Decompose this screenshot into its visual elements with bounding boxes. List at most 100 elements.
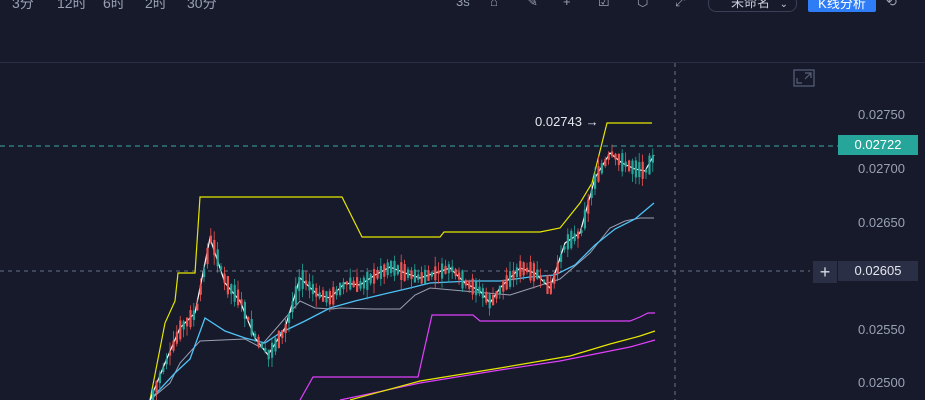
candle-body — [257, 336, 260, 346]
price-axis-label: 0.02750 — [858, 107, 905, 122]
candle-body — [179, 320, 182, 340]
candle-body — [281, 330, 284, 338]
candle-body — [162, 367, 165, 373]
candle-body — [264, 347, 267, 353]
candle-body — [155, 381, 158, 393]
candle-body — [288, 313, 291, 323]
expand-icon[interactable] — [793, 69, 815, 87]
candle-body — [424, 269, 427, 284]
crosshair-price-tag: 0.02605 — [838, 261, 918, 281]
interval-selector[interactable]: 3s — [456, 0, 470, 9]
candle-body — [410, 270, 413, 280]
candle-body — [199, 285, 202, 295]
candle-body — [206, 247, 209, 265]
candle-body — [600, 163, 603, 174]
candle-body — [624, 161, 627, 167]
candle-body — [240, 299, 243, 305]
candle-body — [376, 269, 379, 279]
checklist-icon[interactable]: ☑ — [598, 0, 610, 10]
candle-body — [172, 340, 175, 351]
candle-body — [505, 275, 508, 290]
price-axis-label: 0.02700 — [858, 161, 905, 176]
candle-body — [454, 269, 457, 277]
draw-pen-icon[interactable]: ✎ — [527, 0, 538, 10]
candle-body — [274, 338, 277, 352]
candle-body — [294, 286, 297, 305]
candle-body — [291, 301, 294, 313]
candle-body — [461, 270, 464, 289]
timeframe-30m[interactable]: 30分 — [187, 0, 217, 13]
price-axis-label: 0.02550 — [858, 322, 905, 337]
candle-body — [488, 294, 491, 309]
timeframe-2h[interactable]: 2时 — [145, 0, 167, 13]
settings-hex-icon[interactable]: ⬡ — [637, 0, 648, 10]
candle-body — [315, 287, 318, 297]
candle-body — [359, 281, 362, 289]
candle-body — [332, 287, 335, 305]
candle-body — [400, 262, 403, 280]
candle-body — [437, 270, 440, 274]
candle-body — [322, 290, 325, 302]
candle-body — [430, 272, 433, 277]
camera-icon[interactable]: ⌂ — [490, 0, 498, 9]
candle-body — [379, 265, 382, 279]
fullscreen-icon[interactable]: ⤢ — [675, 0, 685, 10]
candle-body — [298, 276, 301, 292]
layout-name-dropdown[interactable]: 未命名 ⌄ — [708, 0, 798, 12]
candle-body — [607, 154, 610, 160]
candle-body — [152, 389, 155, 400]
candle-body — [471, 278, 474, 295]
candle-body — [464, 280, 467, 286]
candle-body — [230, 284, 233, 295]
add-indicator-icon[interactable]: + — [563, 0, 571, 9]
candle-body — [543, 279, 546, 283]
candle-body — [373, 269, 376, 284]
candle-body — [413, 269, 416, 283]
candle-body — [192, 310, 195, 320]
candle-body — [325, 291, 328, 303]
candle-body — [475, 281, 478, 296]
candle-body — [271, 342, 274, 358]
candle-body — [396, 265, 399, 275]
candle-body — [349, 277, 352, 290]
candle-body — [522, 262, 525, 276]
candle-body — [614, 153, 617, 160]
layout-name-label: 未命名 — [731, 0, 771, 10]
add-alert-plus-button[interactable]: + — [813, 261, 837, 283]
candle-body — [546, 274, 549, 294]
candle-body — [604, 159, 607, 167]
candle-body — [553, 273, 556, 284]
sub-toolbar — [0, 16, 925, 62]
timeframe-3m[interactable]: 3分 — [12, 0, 34, 13]
ma-gray — [149, 217, 654, 400]
candle-body — [254, 333, 257, 338]
candle-body — [203, 268, 206, 278]
candle-body — [308, 281, 311, 291]
candle-body — [342, 282, 345, 290]
candle-body — [560, 254, 563, 262]
candle-body — [638, 162, 641, 178]
timeframe-12h[interactable]: 12时 — [57, 0, 87, 13]
candle-body — [515, 267, 518, 278]
lower-yellow-band — [349, 330, 656, 400]
candle-body — [444, 265, 447, 274]
candle-body — [427, 270, 430, 281]
candle-body — [628, 160, 631, 172]
candle-body — [345, 281, 348, 285]
candlestick-chart[interactable] — [0, 63, 925, 400]
candle-body — [577, 231, 580, 239]
candle-body — [260, 342, 263, 349]
top-toolbar: 3分 12时 6时 2时 30分 3s ⌂ ✎ + ☑ ⬡ ⤢ 未命名 ⌄ K线… — [0, 0, 925, 16]
candle-body — [539, 275, 542, 280]
candle-body — [563, 246, 566, 250]
high-price-annotation: 0.02743 → — [535, 114, 599, 129]
kline-analysis-button[interactable]: K线分析 — [808, 0, 876, 12]
timeframe-6h[interactable]: 6时 — [103, 0, 125, 13]
candle-body — [498, 285, 501, 294]
share-icon[interactable]: ⟲ — [886, 0, 897, 10]
candle-body — [481, 288, 484, 299]
candle-body — [532, 263, 535, 282]
candle-body — [556, 262, 559, 275]
chart-area[interactable]: 0.02750 0.02700 0.02650 0.02550 0.02500 … — [0, 63, 925, 400]
envelope-lower — [339, 339, 656, 400]
